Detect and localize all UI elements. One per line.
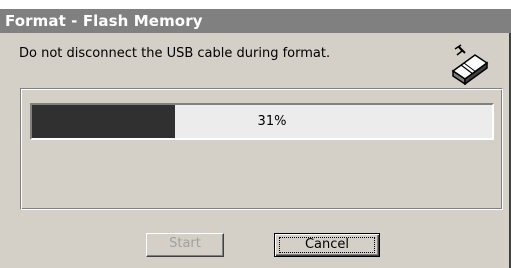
- format-dialog: Do not disconnect the USB cable during f…: [0, 33, 511, 268]
- cancel-focus-rect: Cancel: [279, 237, 375, 253]
- format-progress-bar: 31%: [30, 103, 494, 140]
- start-button-label: Start: [169, 236, 201, 251]
- warning-message: Do not disconnect the USB cable during f…: [19, 46, 331, 61]
- window-title: Format - Flash Memory: [5, 12, 203, 30]
- window-title-bar[interactable]: Format - Flash Memory: [0, 9, 511, 33]
- progress-percent: 31%: [257, 114, 287, 129]
- cancel-button-label: Cancel: [304, 237, 350, 252]
- background-strip: [0, 0, 511, 9]
- cancel-button[interactable]: Cancel: [274, 233, 380, 257]
- eraser-icon: [449, 43, 491, 86]
- start-button[interactable]: Start: [146, 233, 224, 257]
